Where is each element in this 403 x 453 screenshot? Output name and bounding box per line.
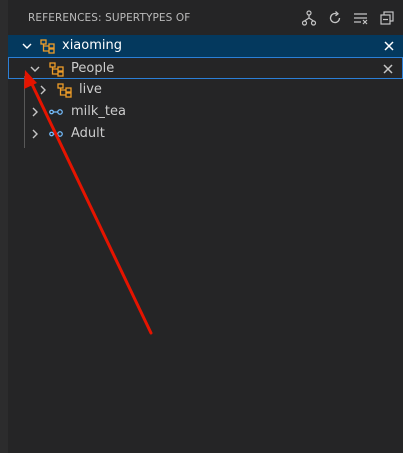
class-icon <box>40 38 56 54</box>
tree-row-label: live <box>79 82 102 97</box>
collapse-all-icon[interactable] <box>377 8 397 28</box>
tree-row-label: Adult <box>71 126 105 141</box>
interface-icon <box>48 104 64 120</box>
refresh-icon[interactable] <box>325 8 345 28</box>
clear-icon[interactable] <box>351 8 371 28</box>
class-icon <box>49 61 65 77</box>
chevron-down-icon[interactable] <box>28 62 42 76</box>
chevron-right-icon[interactable] <box>28 127 42 141</box>
left-edge-strip <box>0 0 8 453</box>
interface-icon <box>48 126 64 142</box>
chevron-right-icon[interactable] <box>28 105 42 119</box>
references-panel: REFERENCES: SUPERTYPES OF xiaoming Peopl… <box>8 0 403 453</box>
tree-row-adult[interactable]: Adult <box>8 123 403 145</box>
indent-guide <box>24 76 25 148</box>
tree-row-xiaoming[interactable]: xiaoming <box>8 35 403 57</box>
tree-row-label: milk_tea <box>71 104 126 119</box>
tree-row-live[interactable]: live <box>8 79 403 101</box>
class-icon <box>57 82 73 98</box>
tree-row-label: xiaoming <box>62 38 122 53</box>
chevron-down-icon[interactable] <box>20 39 34 53</box>
chevron-right-icon[interactable] <box>36 83 50 97</box>
close-icon[interactable] <box>380 61 396 77</box>
close-icon[interactable] <box>381 38 397 54</box>
tree-row-people[interactable]: People <box>8 57 403 79</box>
panel-header: REFERENCES: SUPERTYPES OF <box>8 0 403 34</box>
panel-title: REFERENCES: SUPERTYPES OF <box>28 12 191 24</box>
tree-row-label: People <box>71 61 115 76</box>
type-hierarchy-icon[interactable] <box>299 8 319 28</box>
tree-row-milk-tea[interactable]: milk_tea <box>8 101 403 123</box>
header-actions <box>299 8 397 28</box>
